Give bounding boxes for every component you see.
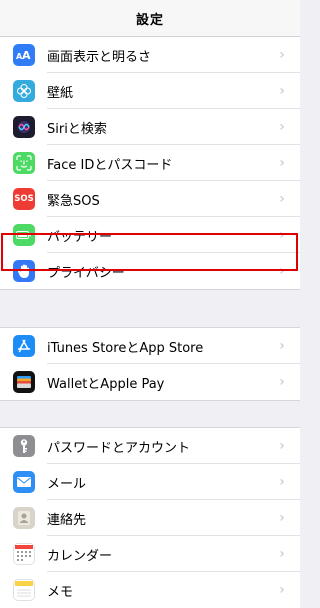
settings-row-siri-search[interactable]: Siriと検索 › (0, 109, 300, 145)
settings-row-passwords-accounts[interactable]: パスワードとアカウント › (0, 428, 300, 464)
settings-row-label: 壁紙 (47, 85, 74, 101)
text-size-icon: A A (13, 44, 35, 66)
settings-row-label: バッテリー (47, 229, 113, 245)
chevron-right-icon: › (279, 338, 285, 354)
settings-row-notes[interactable]: メモ › (0, 572, 300, 608)
chevron-right-icon: › (279, 438, 285, 454)
chevron-right-icon: › (279, 83, 285, 99)
navigation-bar: 設定 (0, 0, 300, 37)
settings-row-label: メール (47, 476, 87, 492)
siri-glyph (18, 121, 30, 133)
chevron-right-icon: › (279, 474, 285, 490)
settings-row-battery[interactable]: バッテリー › (0, 217, 300, 253)
settings-row-itunes-app-store[interactable]: iTunes StoreとApp Store › (0, 328, 300, 364)
chevron-right-icon: › (279, 582, 285, 598)
hand-glyph (17, 264, 29, 278)
face-id-glyph (16, 155, 32, 171)
key-glyph (20, 439, 28, 453)
settings-list: A A 画面表示と明るさ › 壁紙 › Siriと検索 › Face IDとパス… (0, 0, 300, 608)
wallpaper-flower-icon (13, 80, 35, 102)
settings-row-label: WalletとApple Pay (47, 376, 165, 392)
settings-row-face-id-passcode[interactable]: Face IDとパスコード › (0, 145, 300, 181)
key-icon (13, 435, 35, 457)
settings-row-label: 緊急SOS (47, 193, 100, 209)
wallet-icon (13, 371, 35, 393)
flower-glyph (17, 84, 31, 98)
sos-icon: SOS (13, 188, 35, 210)
settings-row-label: 連絡先 (47, 512, 87, 528)
envelope-glyph (17, 477, 31, 487)
chevron-right-icon: › (279, 227, 285, 243)
siri-icon (13, 116, 35, 138)
settings-row-label: 画面表示と明るさ (47, 49, 152, 65)
text-size-glyph: A A (16, 49, 31, 61)
settings-row-label: プライバシー (47, 265, 125, 281)
contacts-icon (13, 507, 35, 529)
settings-row-label: iTunes StoreとApp Store (47, 340, 204, 356)
settings-row-label: メモ (47, 584, 74, 600)
sos-icon-text: SOS (14, 194, 34, 204)
settings-row-display-brightness[interactable]: A A 画面表示と明るさ › (0, 37, 300, 73)
settings-row-calendar[interactable]: カレンダー › (0, 536, 300, 572)
wallet-glyph (17, 376, 31, 388)
settings-row-privacy[interactable]: プライバシー › (0, 253, 300, 289)
chevron-right-icon: › (279, 510, 285, 526)
page-title: 設定 (135, 12, 164, 28)
mail-icon (13, 471, 35, 493)
app-store-icon (13, 335, 35, 357)
chevron-right-icon: › (279, 263, 285, 279)
settings-row-label: カレンダー (47, 548, 113, 564)
notes-icon (13, 579, 35, 601)
settings-row-mail[interactable]: メール › (0, 464, 300, 500)
calendar-icon (13, 543, 35, 565)
chevron-right-icon: › (279, 119, 285, 135)
battery-icon (13, 224, 35, 246)
settings-group-general: A A 画面表示と明るさ › 壁紙 › Siriと検索 › Face IDとパス… (0, 17, 300, 290)
settings-row-emergency-sos[interactable]: SOS 緊急SOS › (0, 181, 300, 217)
chevron-right-icon: › (279, 191, 285, 207)
notes-glyph (15, 581, 33, 597)
settings-group-accounts: パスワードとアカウント › メール › 連絡先 › カレンダー › メモ › (0, 427, 300, 608)
chevron-right-icon: › (279, 546, 285, 562)
settings-row-label: Face IDとパスコード (47, 157, 173, 173)
chevron-right-icon: › (279, 47, 285, 63)
settings-row-contacts[interactable]: 連絡先 › (0, 500, 300, 536)
chevron-right-icon: › (279, 374, 285, 390)
battery-glyph (16, 231, 31, 239)
svg-text:A: A (22, 49, 31, 61)
app-store-glyph (17, 339, 31, 353)
settings-row-wallet-apple-pay[interactable]: WalletとApple Pay › (0, 364, 300, 400)
settings-row-wallpaper[interactable]: 壁紙 › (0, 73, 300, 109)
settings-row-label: Siriと検索 (47, 121, 107, 137)
privacy-hand-icon (13, 260, 35, 282)
face-id-icon (13, 152, 35, 174)
settings-row-label: パスワードとアカウント (47, 440, 191, 456)
contacts-glyph (18, 511, 30, 525)
settings-group-stores: iTunes StoreとApp Store › WalletとApple Pa… (0, 327, 300, 401)
chevron-right-icon: › (279, 155, 285, 171)
calendar-glyph (15, 545, 33, 561)
